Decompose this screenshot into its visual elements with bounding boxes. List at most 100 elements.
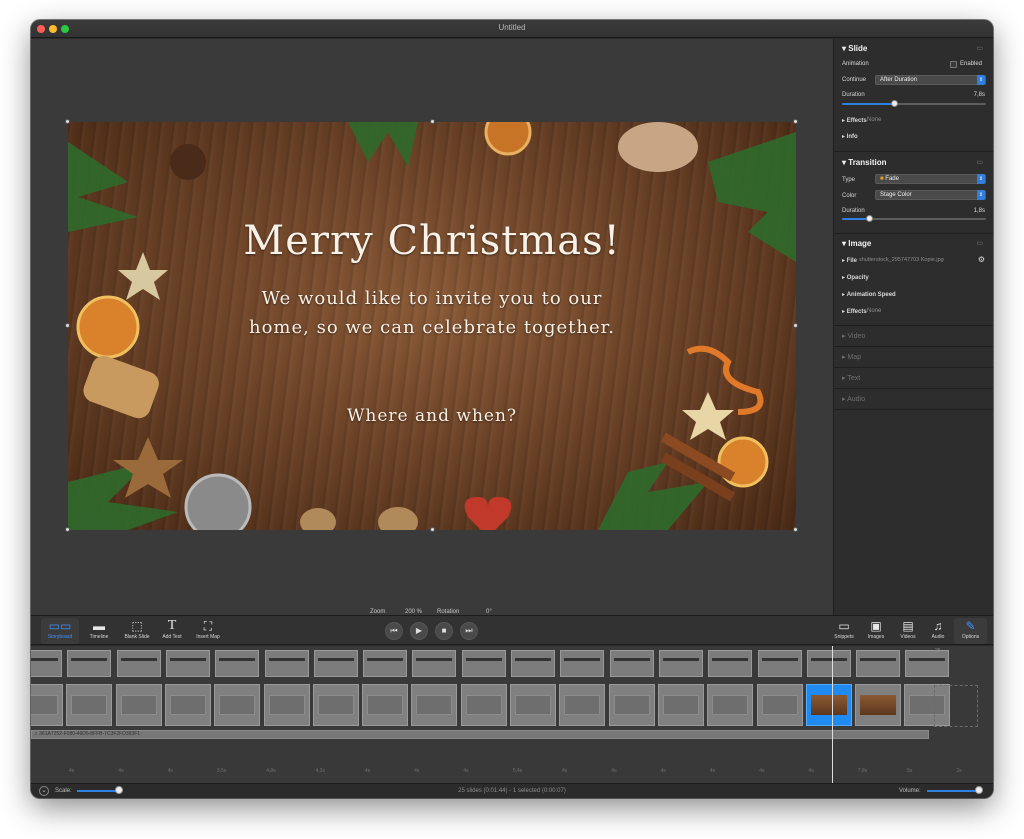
video-section[interactable]: ▸ Video [842, 332, 865, 340]
fast-forward-icon: ⏭ [465, 626, 473, 635]
ruler-duration-label: 5,4s [512, 768, 523, 774]
file-value: shutterstock_295747703 Kopie.jpg [859, 257, 944, 263]
snippets-button[interactable]: ▭ Snippets [828, 618, 860, 644]
rewind-button[interactable]: ⏮ [385, 622, 403, 640]
slide-thumbnail[interactable] [312, 684, 359, 726]
map-section[interactable]: ▸ Map [842, 353, 861, 361]
slide-thumbnail-top[interactable] [806, 650, 851, 677]
audio-button[interactable]: ♫ Audio [923, 618, 953, 644]
slide-thumbnail[interactable] [411, 684, 458, 726]
slide-thumbnail-top[interactable] [905, 650, 950, 677]
slide-thumbnail[interactable] [559, 684, 606, 726]
slide-thumbnail-top[interactable] [658, 650, 703, 677]
volume-slider[interactable] [927, 790, 977, 792]
audio-section[interactable]: ▸ Audio [842, 395, 865, 403]
slider-knob[interactable] [891, 100, 898, 107]
empty-slide-placeholder[interactable] [934, 685, 978, 727]
lock-icon[interactable]: ▭ [976, 239, 983, 247]
slide-thumbnail[interactable] [756, 684, 803, 726]
enabled-checkbox[interactable] [950, 61, 957, 68]
slide-duration-slider[interactable] [842, 100, 986, 107]
stop-icon: ■ [441, 626, 447, 635]
resize-handle-middle-left[interactable] [65, 323, 70, 328]
slide-section-title[interactable]: ▾ Slide [842, 44, 867, 53]
image-section-title[interactable]: ▾ Image [842, 239, 871, 248]
slide-thumbnail[interactable] [66, 684, 113, 726]
ruler-duration-label: 4,3s [315, 768, 325, 774]
slider-knob[interactable] [866, 215, 873, 222]
insert-map-button[interactable]: ⛶ Insert Map [189, 618, 227, 644]
resize-handle-top-left[interactable] [65, 119, 70, 124]
slide-thumbnail[interactable] [855, 684, 902, 726]
slide-canvas[interactable]: Merry Christmas! We would like to invite… [68, 122, 796, 530]
audio-track[interactable]: ♫ 361A7252-F080-46D5-8FFB-7C3F2FD393F1 [31, 730, 929, 739]
slide-thumbnail[interactable] [164, 684, 211, 726]
add-text-button[interactable]: T Add Text [153, 618, 191, 644]
slide-thumbnail[interactable] [115, 684, 162, 726]
slide-thumbnail[interactable] [214, 684, 261, 726]
volume-slider-knob[interactable] [975, 786, 983, 794]
stop-button[interactable]: ■ [435, 622, 453, 640]
transition-color-select[interactable]: Stage Color ⇕ [875, 190, 986, 200]
transition-duration-slider[interactable] [842, 215, 986, 222]
videos-button[interactable]: ▤ Videos [892, 618, 924, 644]
file-disclosure[interactable]: ▸ File [842, 257, 857, 264]
lock-icon[interactable]: ▭ [976, 44, 983, 52]
resize-handle-bottom-left[interactable] [65, 527, 70, 532]
slide-thumbnail-top[interactable] [67, 650, 112, 677]
lock-icon[interactable]: ▭ [976, 158, 983, 166]
timeline-strip[interactable]: ♫ 361A7252-F080-46D5-8FFB-7C3F2FD393F1 4… [31, 646, 993, 783]
images-button[interactable]: ▣ Images [860, 618, 892, 644]
slide-thumbnail-selected[interactable] [805, 684, 852, 726]
slide-thumbnail[interactable] [608, 684, 655, 726]
slide-effects-label[interactable]: ▸ Effects [842, 117, 867, 124]
resize-handle-bottom-center[interactable] [430, 527, 435, 532]
slide-thumbnail-top[interactable] [511, 650, 555, 677]
slide-thumbnail[interactable] [263, 684, 310, 726]
transition-type-select[interactable]: ■ Fade ⇕ [875, 174, 986, 184]
timeline-button[interactable]: ▬ Timeline [80, 618, 118, 644]
resize-handle-bottom-right[interactable] [793, 527, 798, 532]
info-disclosure[interactable]: ▸ Info [842, 133, 858, 140]
blank-slide-button[interactable]: ⬚ Blank Slide [118, 618, 156, 644]
transition-section-title[interactable]: ▾ Transition [842, 158, 886, 167]
slide-thumbnail[interactable] [460, 684, 507, 726]
slide-thumbnail-top[interactable] [856, 650, 901, 677]
slide-thumbnail[interactable] [31, 684, 63, 726]
continue-label: Continue [842, 77, 867, 83]
slide-thumbnail-top[interactable] [363, 650, 408, 677]
play-button[interactable]: ▶ [410, 622, 428, 640]
slide-body-line-2: home, so we can celebrate together. [249, 317, 615, 338]
opacity-disclosure[interactable]: ▸ Opacity [842, 274, 869, 281]
window-title: Untitled [498, 23, 526, 32]
playhead[interactable] [832, 646, 833, 783]
slide-thumbnail-top[interactable] [461, 650, 506, 677]
slide-thumbnail[interactable] [707, 684, 754, 726]
options-button[interactable]: ✎ Options [954, 618, 987, 644]
continue-select[interactable]: After Duration ⇕ [875, 75, 986, 85]
resize-handle-top-center[interactable] [430, 119, 435, 124]
storyboard-button[interactable]: ▭▭ Storyboard [41, 618, 79, 644]
slide-thumbnail-top[interactable] [609, 650, 654, 677]
gear-icon[interactable]: ⚙ [978, 255, 985, 264]
resize-handle-top-right[interactable] [793, 119, 798, 124]
slide-thumbnail-top[interactable] [313, 650, 358, 677]
slide-thumbnail-top[interactable] [560, 650, 605, 677]
slide-thumbnail[interactable] [510, 684, 556, 726]
slide-thumbnail-top[interactable] [708, 650, 753, 677]
text-section[interactable]: ▸ Text [842, 374, 860, 382]
slide-thumbnail-top[interactable] [215, 650, 260, 677]
slide-thumbnail[interactable] [362, 684, 409, 726]
slide-thumbnail-top[interactable] [757, 650, 802, 677]
slide-thumbnail-top[interactable] [116, 650, 161, 677]
audio-icon: ♫ [933, 619, 943, 633]
fast-forward-button[interactable]: ⏭ [460, 622, 478, 640]
slide-thumbnail-top[interactable] [264, 650, 309, 677]
slide-thumbnail-top[interactable] [31, 650, 62, 677]
slide-thumbnail-top[interactable] [165, 650, 210, 677]
resize-handle-middle-right[interactable] [793, 323, 798, 328]
slide-thumbnail[interactable] [657, 684, 704, 726]
animation-speed-disclosure[interactable]: ▸ Animation Speed [842, 291, 896, 298]
image-effects-disclosure[interactable]: ▸ Effects [842, 308, 867, 315]
slide-thumbnail-top[interactable] [412, 650, 457, 677]
